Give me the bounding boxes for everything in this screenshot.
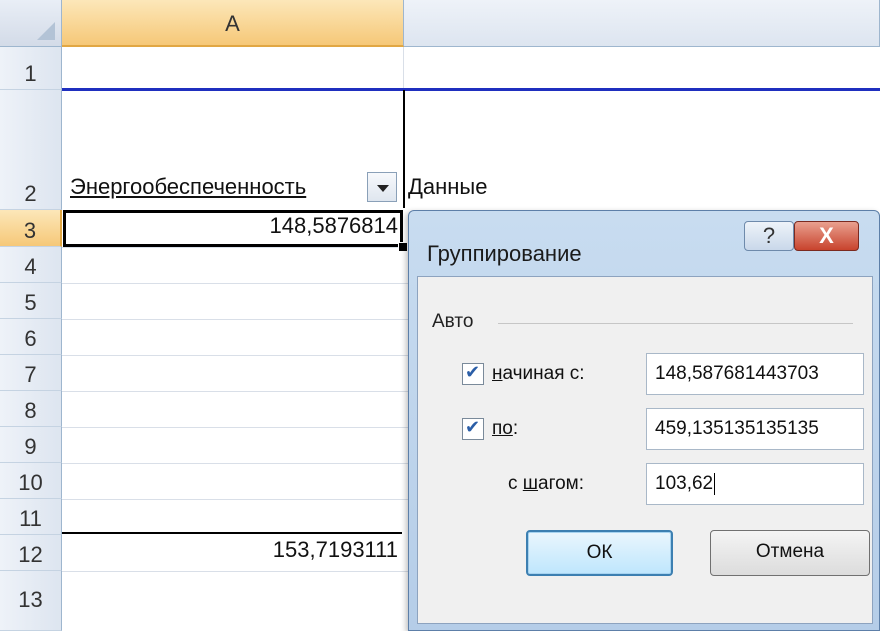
checkmark-icon: ✔ bbox=[465, 417, 481, 437]
row-header-4[interactable]: 4 bbox=[0, 247, 62, 283]
start-label: начиная с: bbox=[492, 363, 585, 384]
row-number: 9 bbox=[24, 434, 37, 459]
row-number: 4 bbox=[24, 254, 37, 279]
row-header-8[interactable]: 8 bbox=[0, 391, 62, 427]
column-header-b[interactable] bbox=[404, 0, 880, 47]
row-number: 3 bbox=[23, 218, 37, 243]
select-all-icon bbox=[37, 22, 55, 40]
fill-handle[interactable] bbox=[398, 242, 408, 252]
step-label: с шагом: bbox=[508, 473, 585, 494]
row-header-2[interactable]: 2 bbox=[0, 90, 62, 210]
row-number: 12 bbox=[18, 542, 43, 567]
row-header-11[interactable]: 11 bbox=[0, 499, 62, 535]
close-button[interactable]: X bbox=[794, 221, 859, 251]
row-header-9[interactable]: 9 bbox=[0, 427, 62, 463]
checkmark-icon: ✔ bbox=[465, 362, 481, 382]
chevron-down-icon bbox=[377, 185, 389, 192]
end-label: по: bbox=[492, 418, 519, 439]
row-number: 8 bbox=[24, 398, 37, 423]
row-header-10[interactable]: 10 bbox=[0, 463, 62, 499]
row-number: 1 bbox=[24, 61, 37, 86]
select-all-corner[interactable] bbox=[0, 0, 62, 47]
row-header-12[interactable]: 12 bbox=[0, 535, 62, 571]
row-header-6[interactable]: 6 bbox=[0, 319, 62, 355]
ok-button[interactable]: ОК bbox=[526, 530, 673, 576]
row-header-1[interactable]: 1 bbox=[0, 47, 62, 90]
cancel-button[interactable]: Отмена bbox=[710, 530, 870, 576]
start-value-input[interactable]: 148,587681443703 bbox=[646, 353, 864, 395]
start-auto-checkbox[interactable]: ✔ bbox=[462, 362, 484, 385]
row-number: 5 bbox=[24, 290, 37, 315]
help-icon: ? bbox=[762, 223, 776, 248]
step-value-text: 103,62 bbox=[655, 473, 714, 494]
row-number: 7 bbox=[24, 362, 37, 387]
row-header-3[interactable]: 3 bbox=[0, 210, 62, 247]
row-number: 6 bbox=[24, 326, 37, 351]
row-number: 10 bbox=[18, 470, 43, 495]
dialog-title: Группирование bbox=[427, 241, 582, 266]
end-auto-checkbox[interactable]: ✔ bbox=[462, 417, 484, 440]
end-value-input[interactable]: 459,135135135135 bbox=[646, 408, 864, 450]
help-button[interactable]: ? bbox=[744, 221, 794, 251]
active-cell-border bbox=[63, 210, 403, 247]
text-cursor bbox=[714, 472, 716, 495]
column-header-a[interactable]: A bbox=[62, 0, 404, 47]
auto-group-label: Авто bbox=[432, 311, 474, 332]
gridline bbox=[403, 47, 404, 90]
pivot-data-label[interactable]: Данные bbox=[408, 174, 487, 200]
pivot-divider-line bbox=[403, 90, 405, 208]
row-number: 11 bbox=[19, 506, 42, 531]
dialog-body: Авто ✔ начиная с: 148,587681443703 ✔ по:… bbox=[417, 276, 873, 624]
grouping-dialog[interactable]: Группирование ? X Авто ✔ начиная с: 148,… bbox=[408, 210, 880, 631]
group-divider bbox=[498, 323, 853, 324]
row-header-13[interactable]: 13 bbox=[0, 571, 62, 631]
close-icon: X bbox=[819, 223, 834, 248]
row-header-7[interactable]: 7 bbox=[0, 355, 62, 391]
cell-a11[interactable]: 153,7193111 bbox=[273, 537, 398, 563]
filter-dropdown-button[interactable] bbox=[367, 172, 397, 202]
pivot-row-field-label[interactable]: Энергообеспеченность bbox=[70, 174, 366, 200]
row-number: 2 bbox=[24, 181, 37, 206]
group-separator-line bbox=[62, 532, 402, 534]
row-number: 13 bbox=[18, 587, 43, 612]
pivot-border-line bbox=[62, 88, 880, 91]
step-value-input[interactable]: 103,62 bbox=[646, 463, 864, 505]
row-header-5[interactable]: 5 bbox=[0, 283, 62, 319]
